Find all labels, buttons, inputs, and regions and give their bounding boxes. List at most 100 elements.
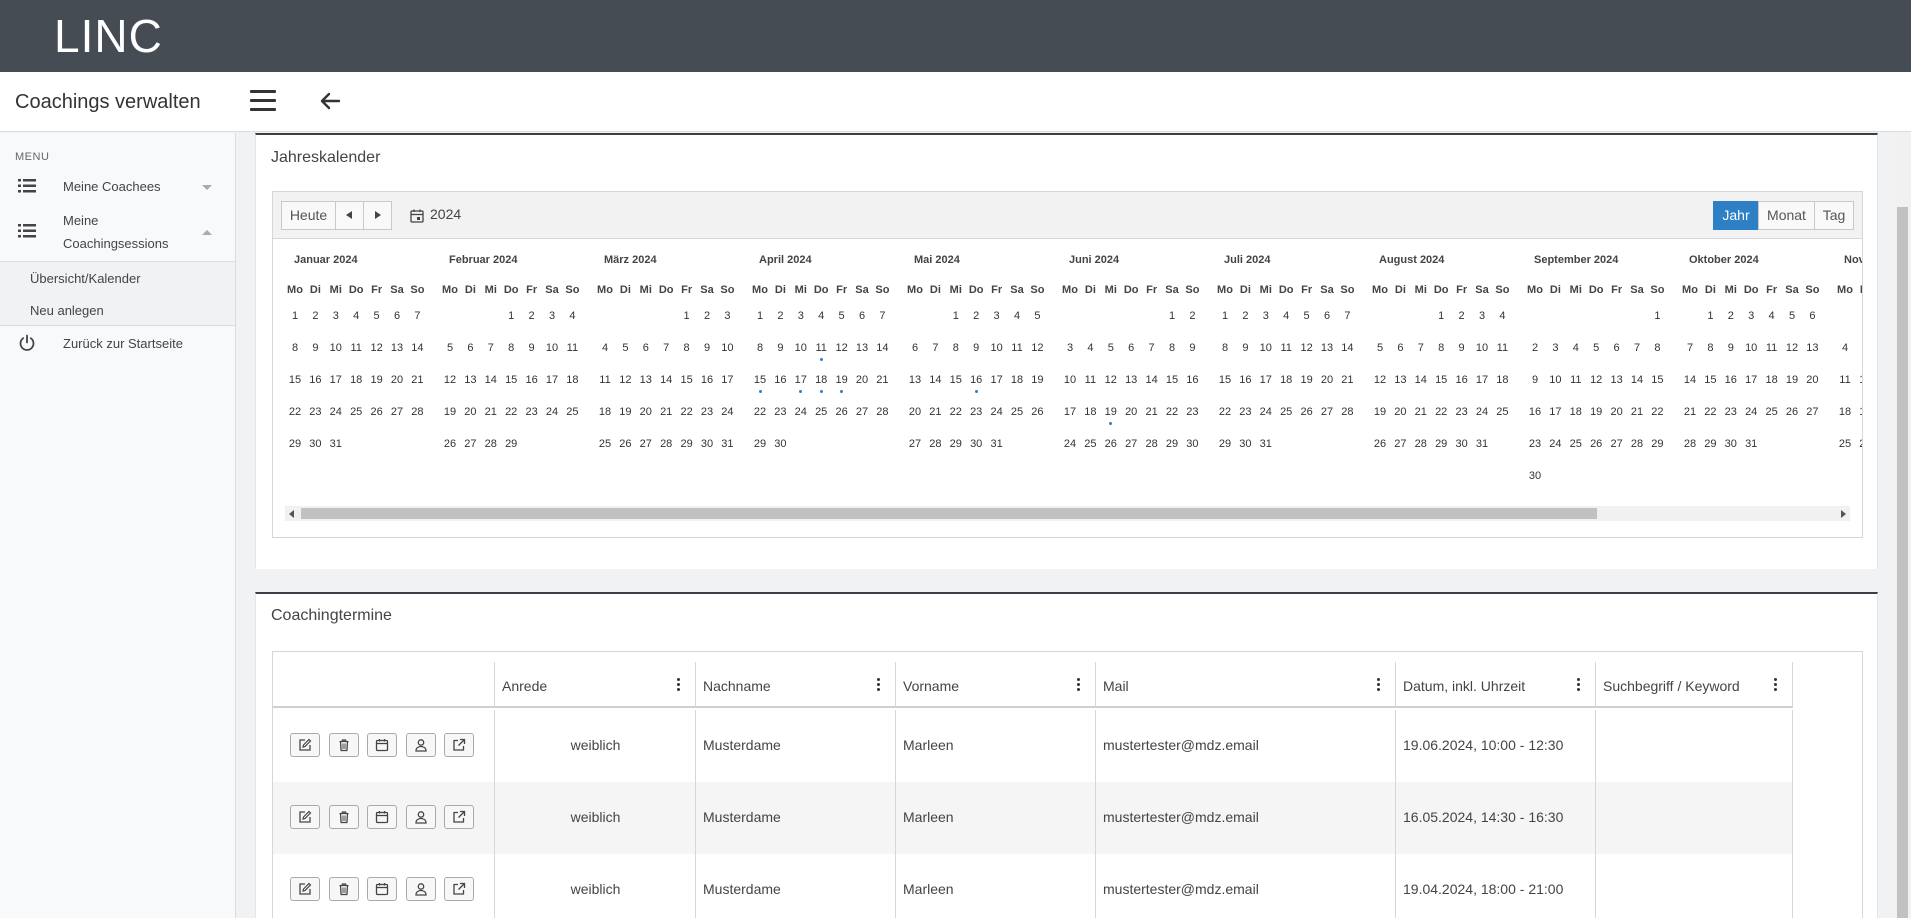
horizontal-scrollbar[interactable] <box>285 506 1850 521</box>
calendar-day[interactable]: 3 <box>326 310 346 322</box>
calendar-day[interactable]: 22 <box>1215 406 1235 418</box>
calendar-day[interactable]: 11 <box>1492 342 1512 354</box>
trash-button[interactable] <box>328 877 359 901</box>
calendar-day[interactable]: 6 <box>1802 310 1822 322</box>
calendar-day[interactable]: 9 <box>1721 342 1741 354</box>
calendar-day[interactable]: 3 <box>717 310 737 322</box>
calendar-day[interactable]: 29 <box>946 438 966 450</box>
calendar-button[interactable] <box>367 733 397 757</box>
calendar-day[interactable]: 16 <box>966 374 986 386</box>
calendar-day[interactable]: 28 <box>1411 438 1431 450</box>
calendar-day[interactable]: 28 <box>872 406 892 418</box>
calendar-day[interactable]: 25 <box>1566 438 1586 450</box>
calendar-day[interactable]: 12 <box>440 374 460 386</box>
calendar-day[interactable]: 19 <box>1370 406 1390 418</box>
calendar-day[interactable]: 26 <box>1101 438 1121 450</box>
calendar-day[interactable]: 27 <box>1317 406 1337 418</box>
calendar-day[interactable]: 2 <box>770 310 790 322</box>
calendar-day[interactable]: 8 <box>1215 342 1235 354</box>
calendar-day[interactable]: 2 <box>1235 310 1255 322</box>
calendar-day[interactable]: 22 <box>1162 406 1182 418</box>
calendar-day[interactable]: 23 <box>697 406 717 418</box>
calendar-day[interactable]: 22 <box>285 406 305 418</box>
calendar-day[interactable]: 4 <box>1276 310 1296 322</box>
calendar-day[interactable]: 14 <box>481 374 501 386</box>
calendar-day[interactable]: 21 <box>872 374 892 386</box>
calendar-day[interactable]: 24 <box>542 406 562 418</box>
calendar-day[interactable]: 27 <box>460 438 480 450</box>
calendar-day[interactable]: 4 <box>1007 310 1027 322</box>
calendar-day[interactable]: 26 <box>832 406 852 418</box>
calendar-day[interactable]: 9 <box>697 342 717 354</box>
calendar-day[interactable]: 21 <box>1680 406 1700 418</box>
calendar-day[interactable]: 10 <box>791 342 811 354</box>
calendar-day[interactable]: 26 <box>1370 438 1390 450</box>
next-button[interactable] <box>363 201 392 230</box>
calendar-day[interactable]: 14 <box>1680 374 1700 386</box>
calendar-day[interactable]: 8 <box>1431 342 1451 354</box>
calendar-day[interactable]: 15 <box>750 374 770 386</box>
calendar-day[interactable]: 17 <box>1472 374 1492 386</box>
calendar-day[interactable]: 26 <box>615 438 635 450</box>
calendar-day[interactable]: 18 <box>1492 374 1512 386</box>
calendar-day[interactable]: 15 <box>1162 374 1182 386</box>
calendar-day[interactable]: 2 <box>1525 342 1545 354</box>
calendar-day[interactable]: 8 <box>285 342 305 354</box>
calendar-day[interactable]: 6 <box>460 342 480 354</box>
calendar-day[interactable]: 8 <box>1700 342 1720 354</box>
calendar-day[interactable]: 24 <box>1545 438 1565 450</box>
calendar-day[interactable]: 12 <box>1101 374 1121 386</box>
calendar-day[interactable]: 31 <box>1256 438 1276 450</box>
calendar-day[interactable]: 19 <box>832 374 852 386</box>
calendar-day[interactable]: 16 <box>522 374 542 386</box>
calendar-day[interactable]: 5 <box>1027 310 1047 322</box>
calendar-day[interactable]: 29 <box>1647 438 1667 450</box>
calendar-day[interactable]: 23 <box>1525 438 1545 450</box>
calendar-day[interactable]: 3 <box>1256 310 1276 322</box>
calendar-day[interactable]: 20 <box>636 406 656 418</box>
calendar-day[interactable]: 2 <box>966 310 986 322</box>
page-vertical-scrollbar[interactable] <box>1894 133 1911 918</box>
calendar-day[interactable]: 20 <box>852 374 872 386</box>
external-link-button[interactable] <box>444 877 474 901</box>
calendar-day[interactable]: 12 <box>1370 374 1390 386</box>
table-row[interactable]: weiblich Musterdame Marleen mustertester@md… <box>273 782 1793 854</box>
calendar-day[interactable]: 14 <box>872 342 892 354</box>
calendar-day[interactable]: 1 <box>677 310 697 322</box>
calendar-day[interactable]: 7 <box>407 310 427 322</box>
calendar-day[interactable]: 26 <box>1782 406 1802 418</box>
calendar-day[interactable]: 14 <box>1142 374 1162 386</box>
calendar-day[interactable]: 18 <box>1007 374 1027 386</box>
calendar-day[interactable]: 9 <box>966 342 986 354</box>
calendar-day[interactable]: 20 <box>1607 406 1627 418</box>
calendar-day[interactable]: 10 <box>1741 342 1761 354</box>
calendar-day[interactable]: 21 <box>407 374 427 386</box>
calendar-day[interactable]: 3 <box>791 310 811 322</box>
calendar-day[interactable]: 22 <box>750 406 770 418</box>
calendar-day[interactable]: 25 <box>1492 406 1512 418</box>
sidebar-item-meine-coachees[interactable]: Meine Coachees <box>0 177 235 205</box>
calendar-day[interactable]: 10 <box>1256 342 1276 354</box>
calendar-day[interactable]: 22 <box>677 406 697 418</box>
calendar-day[interactable]: 11 <box>1276 342 1296 354</box>
calendar-day[interactable]: 12 <box>615 374 635 386</box>
calendar-day[interactable]: 27 <box>1607 438 1627 450</box>
back-arrow-icon[interactable] <box>318 86 344 116</box>
kebab-menu-icon[interactable] <box>1377 678 1381 692</box>
calendar-day[interactable]: 31 <box>987 438 1007 450</box>
calendar-day[interactable]: 23 <box>305 406 325 418</box>
calendar-day[interactable]: 28 <box>1627 438 1647 450</box>
calendar-day[interactable]: 30 <box>1182 438 1202 450</box>
calendar-day[interactable]: 26 <box>367 406 387 418</box>
calendar-day[interactable]: 31 <box>1741 438 1761 450</box>
edit-button[interactable] <box>290 805 320 829</box>
calendar-day[interactable]: 6 <box>1317 310 1337 322</box>
calendar-day[interactable]: 12 <box>1782 342 1802 354</box>
calendar-day[interactable]: 29 <box>1162 438 1182 450</box>
calendar-day[interactable]: 13 <box>852 342 872 354</box>
calendar-day[interactable]: 21 <box>1142 406 1162 418</box>
calendar-day[interactable]: 25 <box>595 438 615 450</box>
calendar-day[interactable]: 13 <box>1390 374 1410 386</box>
calendar-day[interactable]: 12 <box>367 342 387 354</box>
calendar-day[interactable]: 4 <box>1835 342 1855 354</box>
